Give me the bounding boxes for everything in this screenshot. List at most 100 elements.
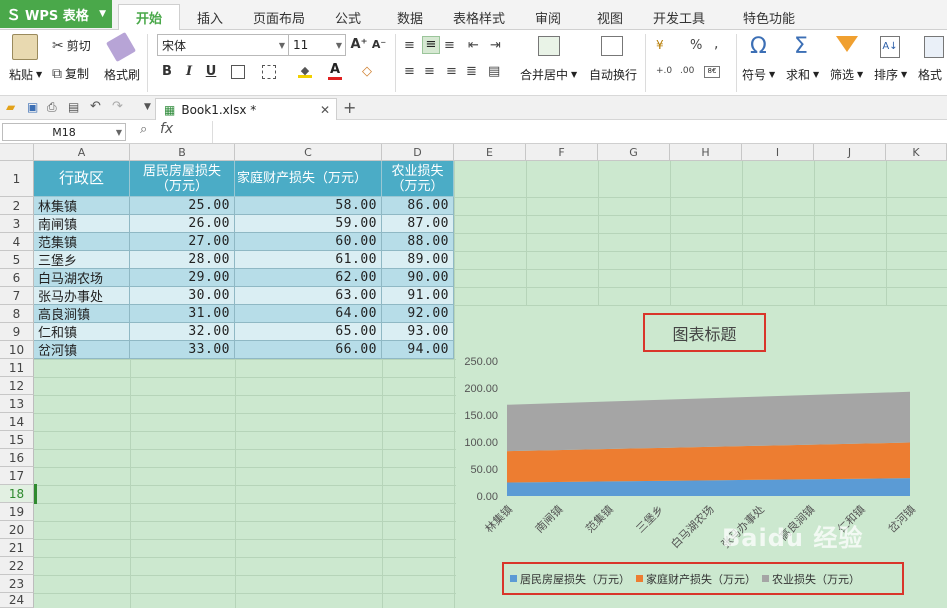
decrease-font-icon[interactable]: A⁻ xyxy=(370,36,388,54)
font-color-icon[interactable]: A xyxy=(328,62,342,80)
row-header-20[interactable]: 20 xyxy=(0,521,34,539)
table-cell[interactable]: 张马办事处 xyxy=(34,287,130,305)
decrease-indent-icon[interactable]: ⇤ xyxy=(468,38,479,53)
paste-icon[interactable] xyxy=(12,34,38,60)
row-header-3[interactable]: 3 xyxy=(0,215,34,233)
paste-button[interactable]: 粘贴 ▼ xyxy=(9,66,42,83)
redo-icon[interactable]: ↷ xyxy=(112,99,123,114)
align-left-icon[interactable]: ≡ xyxy=(404,64,415,79)
table-cell[interactable]: 白马湖农场 xyxy=(34,269,130,287)
new-tab-icon[interactable]: + xyxy=(343,98,356,117)
undo-icon[interactable]: ↶ xyxy=(90,99,101,114)
row-header-11[interactable]: 11 xyxy=(0,359,34,377)
justify-icon[interactable]: ≣ xyxy=(466,64,477,79)
table-cell[interactable]: 28.00 xyxy=(130,251,235,269)
row-header-17[interactable]: 17 xyxy=(0,467,34,485)
font-size-select[interactable]: 11 ▼ xyxy=(288,34,346,56)
print-preview-icon[interactable]: ▤ xyxy=(68,100,79,114)
table-cell[interactable]: 29.00 xyxy=(130,269,235,287)
tab-page-layout[interactable]: 页面布局 xyxy=(246,4,312,30)
table-cell[interactable]: 三堡乡 xyxy=(34,251,130,269)
distributed-align-icon[interactable]: ▤ xyxy=(488,64,500,79)
border-icon[interactable] xyxy=(231,65,245,79)
table-cell[interactable]: 64.00 xyxy=(235,305,382,323)
table-cell[interactable]: 66.00 xyxy=(235,341,382,359)
column-header-g[interactable]: G xyxy=(598,144,670,161)
number-format-icon[interactable]: 8€ xyxy=(704,66,720,78)
quick-access-dropdown-icon[interactable]: ▼ xyxy=(144,102,151,112)
tab-developer[interactable]: 开发工具 xyxy=(646,4,712,30)
align-bottom-icon[interactable]: ≡ xyxy=(444,38,455,53)
row-header-8[interactable]: 8 xyxy=(0,305,34,323)
table-cell[interactable]: 62.00 xyxy=(235,269,382,287)
tab-special-features[interactable]: 特色功能 xyxy=(726,4,812,30)
chart-plot[interactable]: 250.00 200.00 150.00 100.00 50.00 0.00林集镇 南闸镇范… xyxy=(456,345,947,560)
merge-center-button[interactable]: 合并居中 ▼ xyxy=(520,66,577,83)
tab-data[interactable]: 数据 xyxy=(388,4,432,30)
table-header-cell[interactable]: 家庭财产损失（万元） xyxy=(235,161,382,197)
table-cell[interactable]: 59.00 xyxy=(235,215,382,233)
table-cell[interactable]: 91.00 xyxy=(382,287,454,305)
table-header-cell[interactable]: 农业损失（万元） xyxy=(382,161,454,197)
row-header-9[interactable]: 9 xyxy=(0,323,34,341)
fill-color-icon[interactable]: ◆ xyxy=(298,64,312,78)
table-cell[interactable]: 87.00 xyxy=(382,215,454,233)
column-header-a[interactable]: A xyxy=(34,144,130,161)
tab-view[interactable]: 视图 xyxy=(588,4,632,30)
save-icon[interactable]: ▣ xyxy=(27,100,38,114)
row-header-23[interactable]: 23 xyxy=(0,575,34,593)
currency-icon[interactable]: ¥ xyxy=(656,38,664,52)
document-tab[interactable]: ▦ Book1.xlsx * ✕ xyxy=(155,98,337,120)
row-header-18[interactable]: 18 xyxy=(0,485,34,503)
table-header-cell[interactable]: 行政区 xyxy=(34,161,130,197)
table-cell[interactable]: 岔河镇 xyxy=(34,341,130,359)
clear-format-icon[interactable]: ◇ xyxy=(362,64,372,79)
table-cell[interactable]: 60.00 xyxy=(235,233,382,251)
table-cell[interactable]: 林集镇 xyxy=(34,197,130,215)
wrap-text-icon[interactable] xyxy=(601,36,623,56)
merge-center-icon[interactable] xyxy=(538,36,560,56)
table-cell[interactable]: 25.00 xyxy=(130,197,235,215)
row-header-2[interactable]: 2 xyxy=(0,197,34,215)
open-folder-icon[interactable]: ▰ xyxy=(6,100,15,114)
row-header-6[interactable]: 6 xyxy=(0,269,34,287)
close-icon[interactable]: ✕ xyxy=(320,103,330,117)
print-icon[interactable]: ⎙ xyxy=(47,100,57,115)
format-painter-button[interactable]: 格式刷 xyxy=(104,66,140,83)
table-cell[interactable]: 30.00 xyxy=(130,287,235,305)
bold-button[interactable]: B xyxy=(158,63,176,81)
table-cell[interactable]: 93.00 xyxy=(382,323,454,341)
app-menu-button[interactable]: Ｓ WPS 表格 ▼ xyxy=(0,0,112,28)
column-header-k[interactable]: K xyxy=(886,144,947,161)
column-header-d[interactable]: D xyxy=(382,144,454,161)
increase-indent-icon[interactable]: ⇥ xyxy=(490,38,501,53)
name-box[interactable]: M18 ▼ xyxy=(2,123,126,141)
table-cell[interactable]: 86.00 xyxy=(382,197,454,215)
sort-icon[interactable]: A↓ xyxy=(880,36,900,58)
table-cell[interactable]: 33.00 xyxy=(130,341,235,359)
table-cell[interactable]: 63.00 xyxy=(235,287,382,305)
increase-font-icon[interactable]: A⁺ xyxy=(350,36,368,54)
table-cell[interactable]: 89.00 xyxy=(382,251,454,269)
area-series-3[interactable] xyxy=(507,391,910,452)
table-cell[interactable]: 58.00 xyxy=(235,197,382,215)
column-header-j[interactable]: J xyxy=(814,144,886,161)
tab-home[interactable]: 开始 xyxy=(118,4,180,30)
table-cell[interactable]: 88.00 xyxy=(382,233,454,251)
table-cell[interactable]: 27.00 xyxy=(130,233,235,251)
row-header-12[interactable]: 12 xyxy=(0,377,34,395)
table-cell[interactable]: 仁和镇 xyxy=(34,323,130,341)
table-cell[interactable]: 32.00 xyxy=(130,323,235,341)
percent-button[interactable]: % xyxy=(690,38,702,53)
format-icon[interactable] xyxy=(924,36,944,58)
wrap-text-button[interactable]: 自动换行 xyxy=(589,66,637,83)
align-top-icon[interactable]: ≡ xyxy=(404,38,415,53)
row-header-7[interactable]: 7 xyxy=(0,287,34,305)
chart-legend[interactable]: 居民房屋损失（万元） 家庭财产损失（万元） 农业损失（万元） xyxy=(502,562,904,595)
increase-decimal-icon[interactable]: +.0 xyxy=(656,66,672,76)
zoom-icon[interactable]: ⌕ xyxy=(140,122,147,137)
filter-button[interactable]: 筛选 ▼ xyxy=(830,66,863,83)
table-cell[interactable]: 65.00 xyxy=(235,323,382,341)
row-header-1[interactable]: 1 xyxy=(0,161,34,197)
align-center-icon[interactable]: ≡ xyxy=(424,64,435,79)
